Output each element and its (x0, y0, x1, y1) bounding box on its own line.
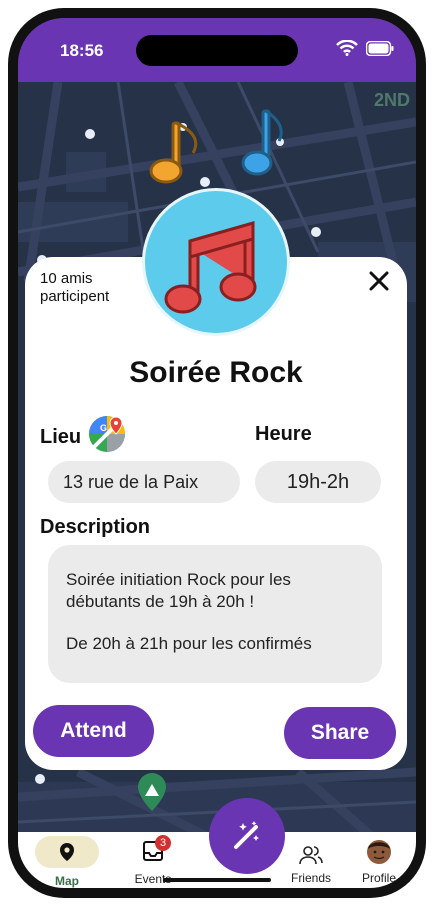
event-card: 10 amis participent Soirée Rock Lieu G 1… (25, 109, 407, 770)
description-box: Soirée initiation Rock pour les débutant… (48, 545, 382, 683)
status-time: 18:56 (60, 41, 104, 60)
location-label: Lieu (40, 426, 82, 448)
time-field: 19h-2h (255, 461, 381, 503)
events-badge: 3 (155, 835, 171, 851)
location-field: 13 rue de la Paix (48, 461, 240, 503)
tab-map-label: Map (55, 874, 79, 888)
tab-map[interactable]: Map (35, 836, 99, 888)
google-maps-icon[interactable]: G (88, 415, 126, 453)
battery-icon (366, 40, 394, 56)
tab-friends-label: Friends (290, 871, 331, 885)
description-line: De 20h à 21h pour les confirmés (66, 634, 312, 653)
wifi-icon (336, 40, 358, 56)
map-district-label: 2ND (373, 90, 410, 110)
map-pin-icon (60, 843, 74, 861)
status-bar: 18:56 (18, 18, 416, 82)
phone-frame: 2ND 18:56 10 amis participent Soirée Roc… (8, 8, 426, 898)
magic-wand-button[interactable] (209, 798, 285, 874)
tab-profile-label: Profile (361, 871, 396, 885)
description-label: Description (40, 516, 151, 538)
screen: 2ND 18:56 10 amis participent Soirée Roc… (18, 18, 416, 888)
description-line: débutants de 19h à 20h ! (66, 592, 255, 611)
music-notes-icon (149, 109, 283, 314)
people-icon (299, 846, 323, 865)
close-icon[interactable] (367, 269, 391, 293)
avatar (367, 840, 391, 864)
svg-text:G: G (100, 423, 107, 433)
dynamic-island (136, 35, 298, 66)
share-button[interactable]: Share (284, 707, 396, 759)
attend-button[interactable]: Attend (33, 705, 154, 757)
tab-map-highlight (35, 836, 99, 868)
tab-friends[interactable]: Friends (286, 844, 336, 885)
magic-wand-icon (234, 821, 259, 849)
friends-attending-note: 10 amis participent (40, 270, 110, 305)
status-icons (336, 40, 394, 56)
event-image (145, 109, 287, 333)
description-line: Soirée initiation Rock pour les (66, 570, 291, 589)
home-indicator (163, 878, 271, 882)
tab-profile[interactable]: Profile (354, 838, 404, 885)
time-label: Heure (255, 423, 312, 445)
event-title: Soirée Rock (129, 356, 303, 389)
